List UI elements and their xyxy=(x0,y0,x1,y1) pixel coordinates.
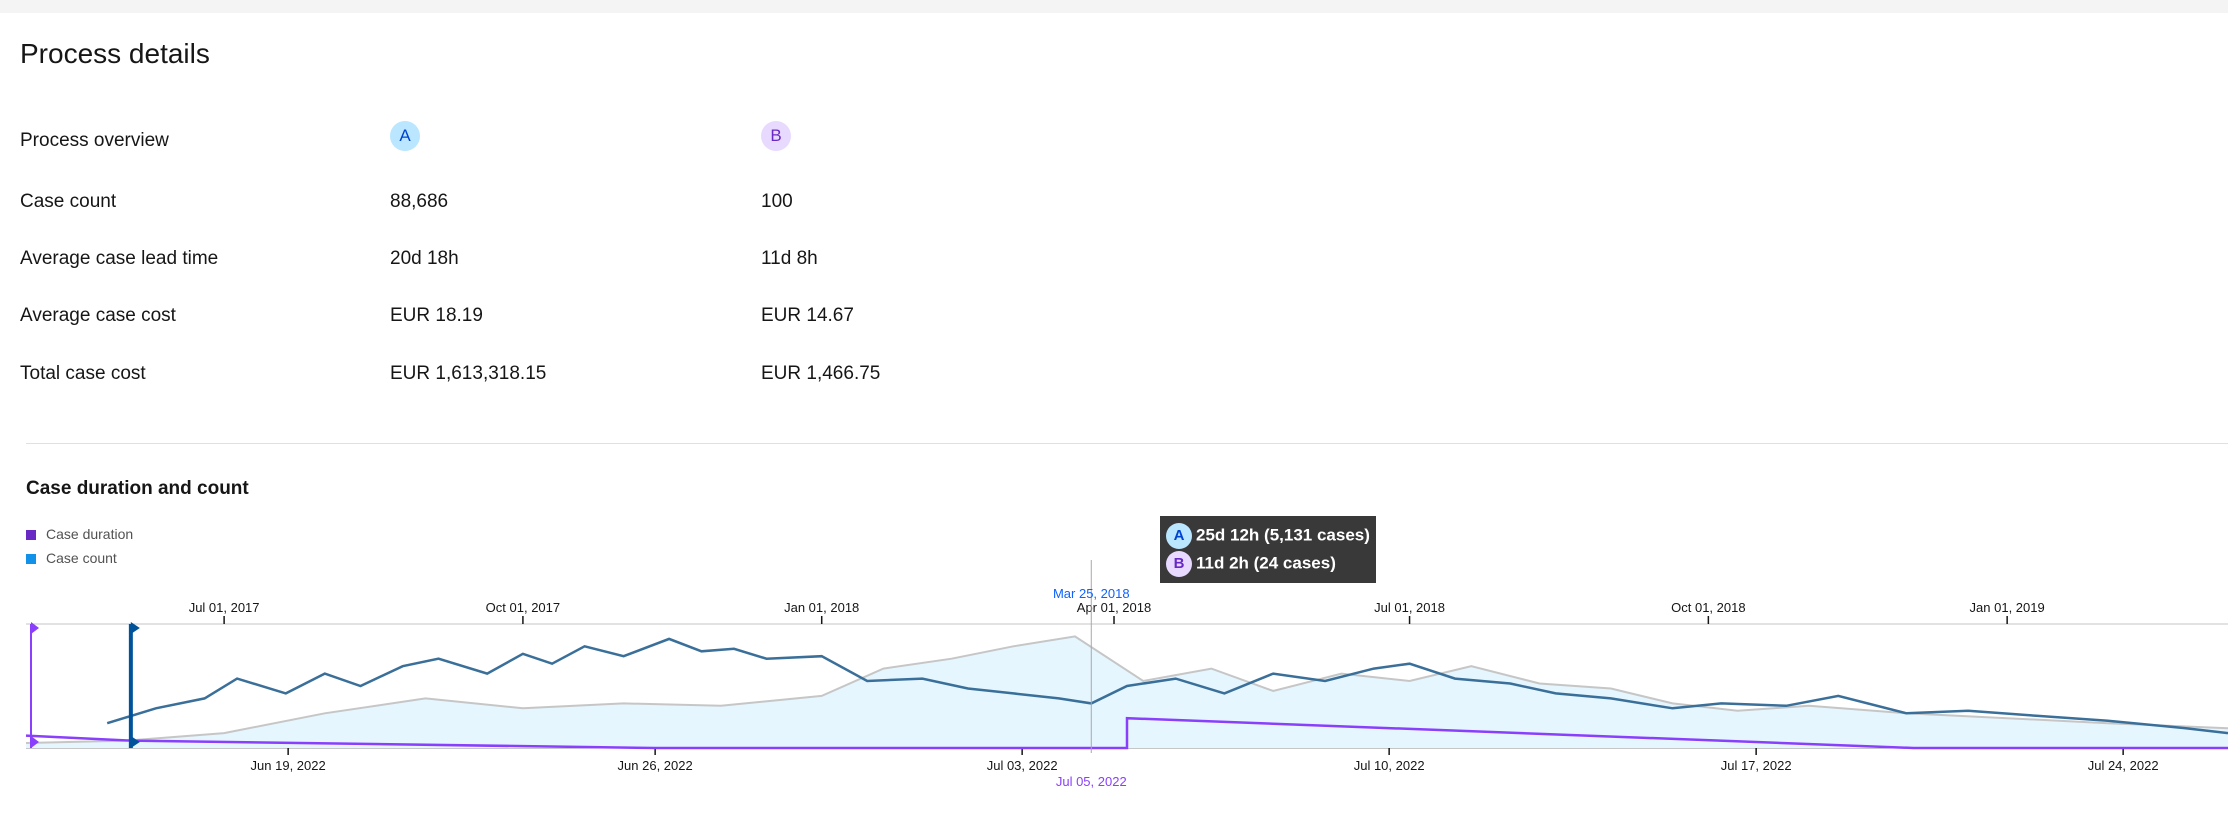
tooltip-row-a: A 25d 12h (5,131 cases) xyxy=(1166,523,1370,549)
value-a: 20d 18h xyxy=(390,248,459,269)
row-average-case-cost: Average case cost EUR 18.19 EUR 14.67 xyxy=(20,305,1220,345)
row-case-count: Case count 88,686 100 xyxy=(20,191,1220,231)
value-a: 88,686 xyxy=(390,191,449,212)
value-b: EUR 1,466.75 xyxy=(761,363,881,384)
row-average-lead-time: Average case lead time 20d 18h 11d 8h xyxy=(20,248,1220,288)
bottom-axis-tick-label: Jul 24, 2022 xyxy=(2088,758,2159,773)
tooltip-text-b: 11d 2h (24 cases) xyxy=(1196,553,1336,573)
value-b: EUR 14.67 xyxy=(761,305,854,326)
row-label: Average case lead time xyxy=(20,248,219,269)
tooltip-badge-a: A xyxy=(1166,523,1192,549)
legend-label: Case duration xyxy=(46,526,134,542)
row-label: Total case cost xyxy=(20,363,146,384)
top-axis-tick-label: Apr 01, 2018 xyxy=(1077,600,1151,615)
chart-plot[interactable]: Jul 01, 2017 Oct 01, 2017 Jan 01, 2018 Apr … xyxy=(0,560,2228,820)
bottom-axis-tick-label: Jun 26, 2022 xyxy=(618,758,693,773)
chart-tooltip: A 25d 12h (5,131 cases) B 11d 2h (24 cases… xyxy=(1160,516,1376,583)
row-total-case-cost: Total case cost EUR 1,613,318.15 EUR 1,4… xyxy=(20,363,1220,403)
row-label: Average case cost xyxy=(20,305,176,326)
section-divider xyxy=(26,443,2228,444)
top-axis-tick-label: Jul 01, 2017 xyxy=(189,600,260,615)
top-axis-tick-label: Jan 01, 2019 xyxy=(1970,600,2045,615)
bottom-axis-tick-label: Jul 10, 2022 xyxy=(1354,758,1425,773)
value-a: EUR 1,613,318.15 xyxy=(390,363,547,384)
tooltip-text-a: 25d 12h (5,131 cases) xyxy=(1196,525,1370,545)
bottom-axis-tick-label: Jul 03, 2022 xyxy=(987,758,1058,773)
legend-item-case-duration[interactable]: Case duration xyxy=(26,526,133,542)
tooltip-badge-b: B xyxy=(1166,551,1192,577)
top-axis-tick-label: Jan 01, 2018 xyxy=(784,600,859,615)
cursor-top-label: Mar 25, 2018 xyxy=(1053,586,1130,601)
chart-title: Case duration and count xyxy=(26,478,249,499)
top-axis-tick-label: Oct 01, 2018 xyxy=(1671,600,1745,615)
badge-b-letter: B xyxy=(761,121,791,151)
tooltip-row-b: B 11d 2h (24 cases) xyxy=(1166,551,1336,577)
bottom-axis-tick-label: Jul 17, 2022 xyxy=(1721,758,1792,773)
badge-a-letter: A xyxy=(390,121,420,151)
row-label: Process overview xyxy=(20,130,169,151)
row-label: Case count xyxy=(20,191,117,212)
bottom-axis-tick-label: Jun 19, 2022 xyxy=(251,758,326,773)
value-a: EUR 18.19 xyxy=(390,305,483,326)
page-title: Process details xyxy=(20,38,210,69)
cursor-bottom-label: Jul 05, 2022 xyxy=(1056,774,1127,789)
legend-swatch xyxy=(26,530,36,540)
value-b: 100 xyxy=(761,191,793,212)
value-b: 11d 8h xyxy=(761,248,818,269)
top-axis-tick-label: Jul 01, 2018 xyxy=(1374,600,1445,615)
badge-a: A xyxy=(390,121,420,151)
row-process-overview: Process overview A B xyxy=(20,121,1220,170)
top-bar xyxy=(0,0,2228,13)
badge-b: B xyxy=(761,121,791,151)
top-axis-tick-label: Oct 01, 2017 xyxy=(486,600,560,615)
